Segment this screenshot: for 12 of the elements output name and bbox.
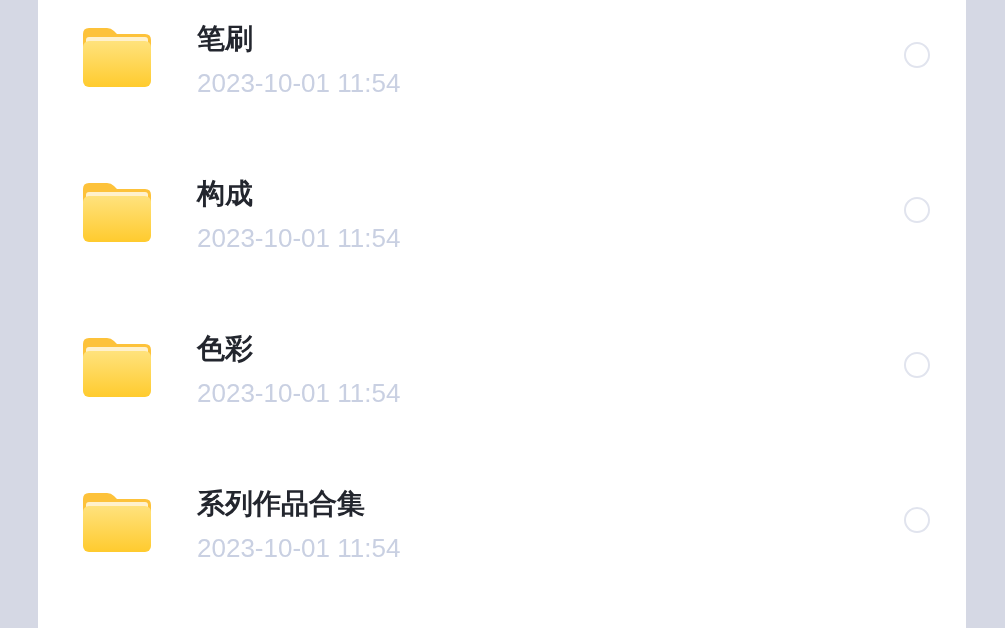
folder-name: 系列作品合集 bbox=[197, 486, 366, 521]
select-radio-button[interactable] bbox=[904, 506, 930, 533]
folder-icon bbox=[83, 336, 151, 397]
folder-name: 笔刷 bbox=[197, 21, 254, 56]
folder-icon bbox=[83, 491, 151, 552]
select-radio-button[interactable] bbox=[904, 351, 930, 378]
folder-name: 构成 bbox=[197, 176, 254, 211]
folder-name: 色彩 bbox=[197, 331, 254, 366]
folder-icon bbox=[83, 26, 151, 87]
folder-icon bbox=[83, 181, 151, 242]
select-radio-button[interactable] bbox=[904, 41, 930, 68]
select-radio-button[interactable] bbox=[904, 196, 930, 223]
